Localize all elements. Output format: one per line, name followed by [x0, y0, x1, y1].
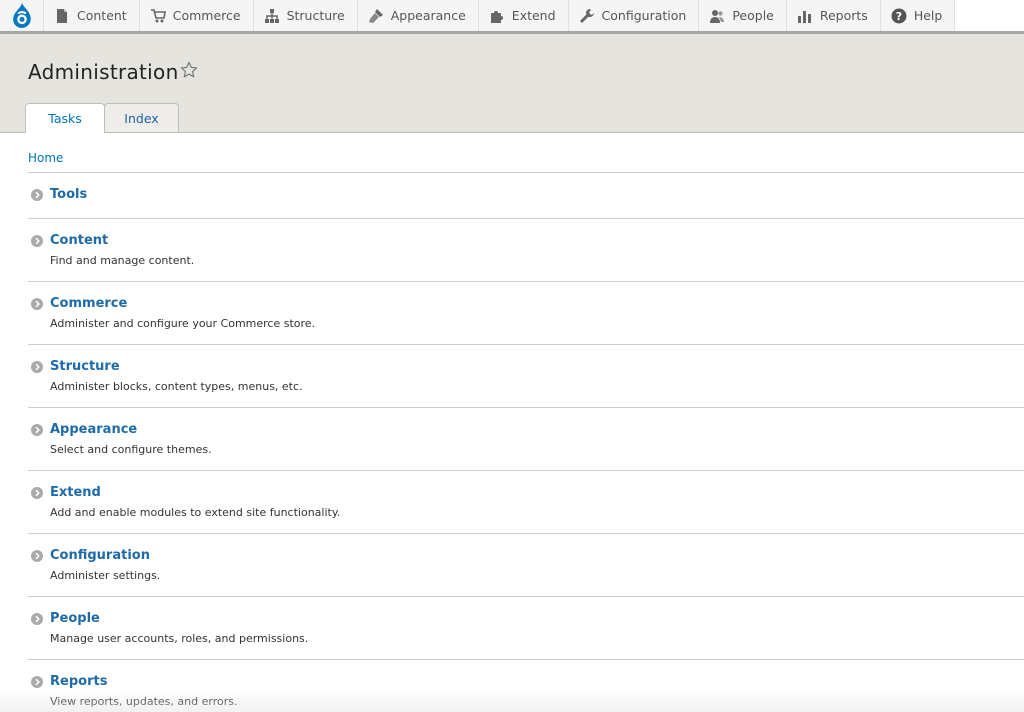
toolbar-appearance-label: Appearance — [390, 8, 466, 23]
list-item-configuration: Configuration Administer settings. — [28, 533, 1024, 596]
wrench-icon — [579, 8, 595, 24]
section-link-appearance[interactable]: Appearance — [50, 422, 137, 437]
list-item-people: People Manage user accounts, roles, and … — [28, 596, 1024, 659]
list-item-structure: Structure Administer blocks, content typ… — [28, 344, 1024, 407]
section-description: Select and configure themes. — [50, 443, 212, 456]
section-link-reports[interactable]: Reports — [50, 674, 107, 689]
bar-chart-icon — [797, 8, 813, 24]
toolbar-structure-label: Structure — [286, 8, 345, 23]
section-link-people[interactable]: People — [50, 611, 100, 626]
section-description: Find and manage content. — [50, 254, 195, 267]
toolbar-people[interactable]: People — [699, 0, 787, 31]
toolbar-commerce-label: Commerce — [172, 8, 241, 23]
chevron-circle-icon — [31, 612, 43, 625]
toolbar-configuration-label: Configuration — [601, 8, 687, 23]
star-icon[interactable] — [180, 61, 198, 79]
breadcrumb-home[interactable]: Home — [28, 151, 63, 165]
section-description: Administer and configure your Commerce s… — [50, 317, 316, 330]
section-description: Administer blocks, content types, menus,… — [50, 380, 303, 393]
section-link-structure[interactable]: Structure — [50, 359, 120, 374]
chevron-circle-icon — [31, 423, 43, 436]
chevron-circle-icon — [31, 549, 43, 562]
puzzle-icon — [489, 8, 505, 24]
toolbar-content[interactable]: Content — [44, 0, 140, 31]
chevron-circle-icon — [31, 188, 43, 201]
question-icon: ? — [891, 8, 907, 24]
page-header: Administration Tasks Index — [0, 34, 1024, 133]
section-link-commerce[interactable]: Commerce — [50, 296, 127, 311]
section-link-configuration[interactable]: Configuration — [50, 548, 150, 563]
chevron-circle-icon — [31, 675, 43, 688]
chevron-circle-icon — [31, 360, 43, 373]
section-description: Add and enable modules to extend site fu… — [50, 506, 341, 519]
chevron-circle-icon — [31, 234, 43, 247]
section-description: Administer settings. — [50, 569, 161, 582]
list-item-extend: Extend Add and enable modules to extend … — [28, 470, 1024, 533]
list-item-tools: Tools — [28, 172, 1024, 218]
person-icon — [709, 8, 725, 24]
toolbar-people-label: People — [732, 8, 774, 23]
file-icon — [54, 8, 70, 24]
section-description: Manage user accounts, roles, and permiss… — [50, 632, 309, 645]
toolbar-commerce[interactable]: Commerce — [139, 0, 254, 31]
toolbar-help-label: Help — [913, 8, 943, 23]
drupal-logo-icon[interactable] — [0, 0, 44, 31]
list-item-appearance: Appearance Select and configure themes. — [28, 407, 1024, 470]
list-item-reports: Reports View reports, updates, and error… — [28, 659, 1024, 711]
page-title: Administration — [28, 60, 179, 84]
toolbar-structure[interactable]: Structure — [253, 0, 358, 31]
admin-section-list: Tools Content Find and manage content. C… — [28, 172, 1024, 711]
brush-icon — [368, 8, 384, 24]
toolbar-help[interactable]: ? Help — [880, 0, 956, 31]
section-link-content[interactable]: Content — [50, 233, 108, 248]
toolbar-content-label: Content — [77, 8, 127, 23]
section-link-tools[interactable]: Tools — [50, 187, 87, 202]
toolbar-extend[interactable]: Extend — [478, 0, 569, 31]
toolbar-reports-label: Reports — [819, 8, 868, 23]
toolbar-extend-label: Extend — [511, 8, 556, 23]
chevron-circle-icon — [31, 297, 43, 310]
list-item-commerce: Commerce Administer and configure your C… — [28, 281, 1024, 344]
tab-tasks[interactable]: Tasks — [25, 103, 105, 133]
list-item-content: Content Find and manage content. — [28, 218, 1024, 281]
sitemap-icon — [264, 8, 280, 24]
chevron-circle-icon — [31, 486, 43, 499]
section-description: View reports, updates, and errors. — [50, 695, 238, 708]
toolbar-configuration[interactable]: Configuration — [568, 0, 700, 31]
tab-index[interactable]: Index — [104, 103, 179, 132]
cart-icon — [150, 8, 166, 24]
toolbar-appearance[interactable]: Appearance — [357, 0, 479, 31]
svg-text:?: ? — [896, 10, 902, 23]
section-link-extend[interactable]: Extend — [50, 485, 101, 500]
toolbar-reports[interactable]: Reports — [786, 0, 881, 31]
admin-toolbar: Content Commerce Structure Appearance Ex… — [0, 0, 1024, 34]
